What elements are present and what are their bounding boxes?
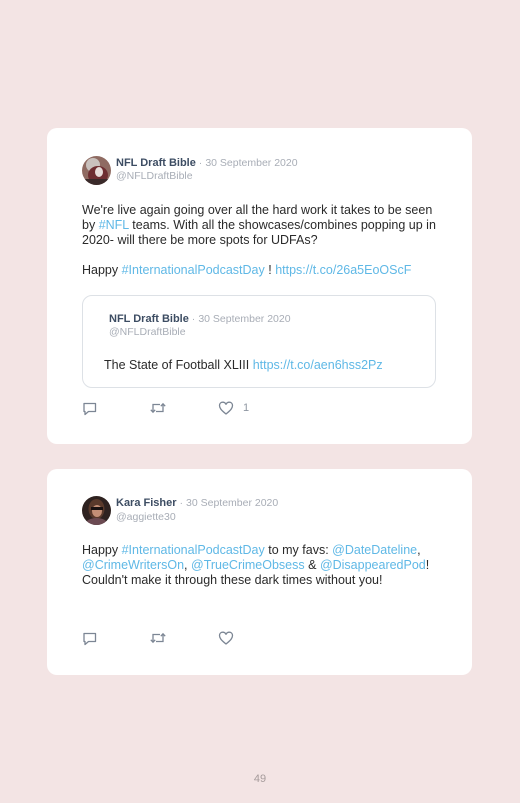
author-handle[interactable]: @aggiette30 [116,511,176,523]
tweet-actions: 1 [82,400,332,416]
text-run: , [417,543,421,557]
mention-link[interactable]: @DisappearedPod [320,558,426,572]
retweet-icon [150,632,166,644]
quoted-tweet[interactable]: NFL Draft Bible · 30 September 2020 @NFL… [82,295,436,388]
tweet-text: Happy #InternationalPodcastDay to my fav… [82,543,437,588]
mention-link[interactable]: @CrimeWritersOn [82,558,184,572]
author-handle[interactable]: @NFLDraftBible [116,170,193,182]
tweet-date[interactable]: 30 September 2020 [205,157,297,169]
tweet-paragraph: We're live again going over all the hard… [82,203,442,248]
quoted-handle[interactable]: @NFLDraftBible [109,326,186,338]
mention-link[interactable]: @DateDateline [332,543,417,557]
author-name[interactable]: Kara Fisher [116,497,177,509]
reply-button[interactable] [82,400,98,416]
quoted-text: The State of Football XLIII https://t.co… [104,358,424,373]
author-name[interactable]: NFL Draft Bible [116,157,196,169]
tweet-actions [82,630,332,646]
tweet-date[interactable]: 30 September 2020 [186,497,278,509]
text-run: Happy [82,543,122,557]
mention-link[interactable]: @TrueCrimeObsess [191,558,305,572]
heart-icon [218,401,234,415]
reply-icon [83,632,97,646]
hashtag-link[interactable]: #InternationalPodcastDay [122,543,265,557]
heart-icon [218,631,234,645]
hashtag-link[interactable]: #InternationalPodcastDay [122,263,265,277]
url-link[interactable]: https://t.co/aen6hss2Pz [253,358,383,372]
tweet-paragraph: Happy #InternationalPodcastDay ! https:/… [82,263,442,278]
text-run: ! [264,263,276,277]
retweet-button[interactable] [149,400,167,416]
text-run: The State of Football XLIII [104,358,253,372]
tweet-text: We're live again going over all the hard… [82,203,442,278]
like-button[interactable]: 1 [218,400,249,416]
like-count: 1 [243,402,250,414]
person-avatar[interactable] [82,496,111,525]
reply-button[interactable] [82,630,98,646]
url-link[interactable]: https://t.co/26a5EoOScF [275,263,411,277]
reply-icon [83,402,97,416]
text-run: to my favs: [264,543,333,557]
separator-dot: · [191,314,196,325]
like-button[interactable] [218,630,234,646]
football-player-avatar[interactable] [82,156,111,185]
retweet-icon [150,402,166,414]
tweet-meta: NFL Draft Bible · 30 September 2020 [116,157,298,170]
text-run: , [184,558,191,572]
text-run: & [304,558,320,572]
text-run: Happy [82,263,122,277]
tweet-meta: Kara Fisher · 30 September 2020 [116,497,278,510]
page-number: 49 [253,773,267,785]
retweet-button[interactable] [149,630,167,646]
separator-dot: · [198,158,203,169]
hashtag-link[interactable]: #NFL [99,218,129,232]
tweet-card: Kara Fisher · 30 September 2020 @aggiett… [47,469,472,675]
text-run: teams. With all the showcases/combines p… [82,218,436,247]
tweet-card: NFL Draft Bible · 30 September 2020 @NFL… [47,128,472,444]
quoted-author-name[interactable]: NFL Draft Bible [109,313,189,325]
separator-dot: · [179,498,183,509]
quoted-meta: NFL Draft Bible · 30 September 2020 [109,313,291,326]
quoted-date[interactable]: 30 September 2020 [198,313,290,325]
